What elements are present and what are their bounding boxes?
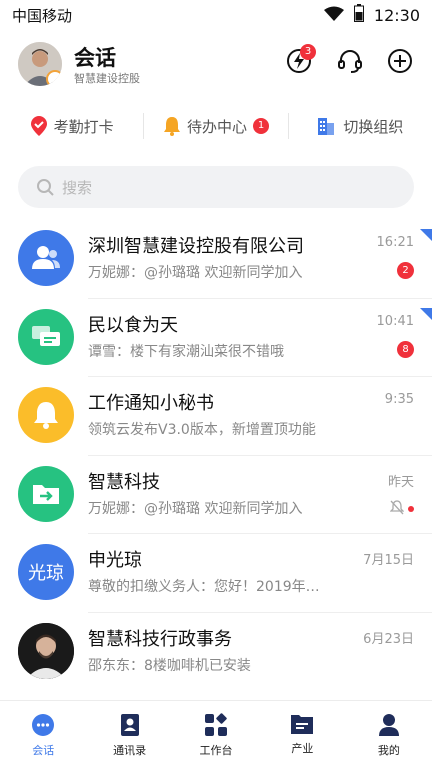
mute-bell-icon (389, 499, 405, 519)
org-switch-badge-icon (46, 70, 62, 86)
contacts-icon (120, 714, 139, 736)
conversation-item[interactable]: 智慧科技 万妮娜：@孙璐璐 欢迎新同学加入 昨天 (0, 456, 432, 534)
todo-badge: 1 (253, 118, 269, 134)
tab-label: 通讯录 (113, 744, 147, 757)
app-header: 会话 智慧建设控股 3 (0, 36, 432, 92)
profile-icon (378, 714, 399, 736)
my-avatar[interactable] (18, 42, 62, 86)
pinned-marker-icon (420, 229, 432, 241)
conversation-name: 民以食为天 (88, 314, 178, 336)
conversation-time: 7月15日 (363, 553, 414, 568)
conversation-time: 9:35 (384, 392, 414, 407)
conversation-item[interactable]: 智慧科技行政事务 邵东东：8楼咖啡机已安装 6月23日 (0, 613, 432, 692)
plus-circle-icon (388, 49, 412, 73)
building-switch-icon (318, 118, 335, 135)
conversation-name: 深圳智慧建设控股有限公司 (88, 236, 304, 257)
attendance-button[interactable]: 考勤打卡 (0, 116, 143, 137)
chat-icon (32, 714, 55, 736)
tab-label: 工作台 (199, 744, 233, 757)
conversation-item[interactable]: 民以食为天 谭雪：楼下有家潮汕菜很不错哦 10:41 8 (0, 299, 432, 377)
conversation-name: 智慧科技行政事务 (88, 628, 232, 650)
tab-industry[interactable]: 产业 (259, 701, 345, 768)
tab-profile[interactable]: 我的 (346, 701, 432, 768)
group-avatar (18, 308, 74, 365)
folder-icon (291, 715, 314, 734)
wifi-icon (323, 6, 344, 25)
conversation-preview: 万妮娜：@孙璐璐 欢迎新同学加入 (88, 265, 303, 281)
search-input[interactable]: 搜索 (18, 166, 414, 208)
conversation-item[interactable]: 深圳智慧建设控股有限公司 万妮娜：@孙璐璐 欢迎新同学加入 16:21 2 (0, 220, 432, 299)
workbench-icon (205, 713, 228, 736)
conversation-preview: 领筑云发布V3.0版本，新增置顶功能 (88, 422, 316, 438)
unread-dot (408, 505, 414, 512)
pinned-marker-icon (420, 307, 432, 320)
tab-contacts[interactable]: 通讯录 (86, 701, 172, 768)
assistant-avatar (18, 387, 74, 443)
conversation-list: 深圳智慧建设控股有限公司 万妮娜：@孙璐璐 欢迎新同学加入 16:21 2 民以… (0, 220, 432, 691)
headset-icon (338, 50, 362, 73)
tab-label: 产业 (291, 742, 314, 755)
conversation-preview: 谭雪：楼下有家潮汕菜很不错哦 (88, 343, 284, 360)
conversation-name: 智慧科技 (88, 471, 160, 493)
conversation-name: 工作通知小秘书 (88, 393, 214, 414)
add-button[interactable] (385, 46, 415, 76)
conversation-time: 6月23日 (363, 631, 414, 647)
conversation-preview: 邵东东：8楼咖啡机已安装 (88, 657, 251, 674)
conversation-preview: 万妮娜：@孙璐璐 欢迎新同学加入 (88, 500, 303, 517)
chat-group-icon (32, 325, 60, 346)
switch-org-button[interactable]: 切换组织 (289, 116, 432, 137)
status-bar: 中国移动 12:30 (0, 0, 432, 30)
attendance-label: 考勤打卡 (53, 117, 114, 136)
unread-badge: 2 (397, 262, 414, 279)
bottom-tab-bar: 会话 通讯录 工作台 产业 我的 (0, 700, 432, 768)
switch-org-label: 切换组织 (343, 117, 404, 136)
tab-workbench[interactable]: 工作台 (173, 701, 259, 768)
location-pin-icon (30, 116, 47, 136)
search-icon (37, 179, 54, 196)
page-title: 会话 (74, 46, 116, 70)
conversation-item[interactable]: 光琼 申光琼 尊敬的扣缴义务人：您好！2019年… 7月15日 (0, 534, 432, 613)
unread-badge: 8 (397, 340, 414, 358)
customer-service-button[interactable] (335, 46, 365, 76)
group-avatar (18, 465, 74, 522)
person-photo-avatar (18, 622, 74, 679)
conversation-time: 10:41 (376, 313, 414, 329)
tab-label: 我的 (377, 744, 400, 757)
org-name: 智慧建设控股 (74, 72, 140, 85)
conversation-preview: 尊敬的扣缴义务人：您好！2019年… (88, 579, 320, 595)
tab-label: 会话 (32, 744, 55, 757)
tab-chat[interactable]: 会话 (0, 701, 86, 768)
group-avatar (18, 230, 74, 286)
conversation-name: 申光琼 (88, 550, 142, 571)
conversation-time: 昨天 (387, 474, 414, 490)
battery-icon (353, 4, 364, 26)
folder-share-icon (33, 484, 59, 504)
status-time: 12:30 (373, 5, 420, 25)
conversation-item[interactable]: 工作通知小秘书 领筑云发布V3.0版本，新增置顶功能 9:35 (0, 377, 432, 456)
carrier-name: 中国移动 (12, 6, 73, 25)
quick-actions-bar: 考勤打卡 待办中心 1 切换组织 (0, 106, 432, 146)
contact-avatar: 光琼 (18, 544, 74, 600)
todo-center-label: 待办中心 (186, 117, 247, 136)
group-icon (32, 246, 60, 269)
notification-badge: 3 (300, 44, 316, 60)
bell-icon (34, 402, 58, 429)
conversation-time: 16:21 (376, 235, 414, 250)
bell-icon (163, 117, 180, 136)
search-placeholder: 搜索 (62, 178, 93, 197)
todo-center-button[interactable]: 待办中心 1 (144, 116, 287, 137)
